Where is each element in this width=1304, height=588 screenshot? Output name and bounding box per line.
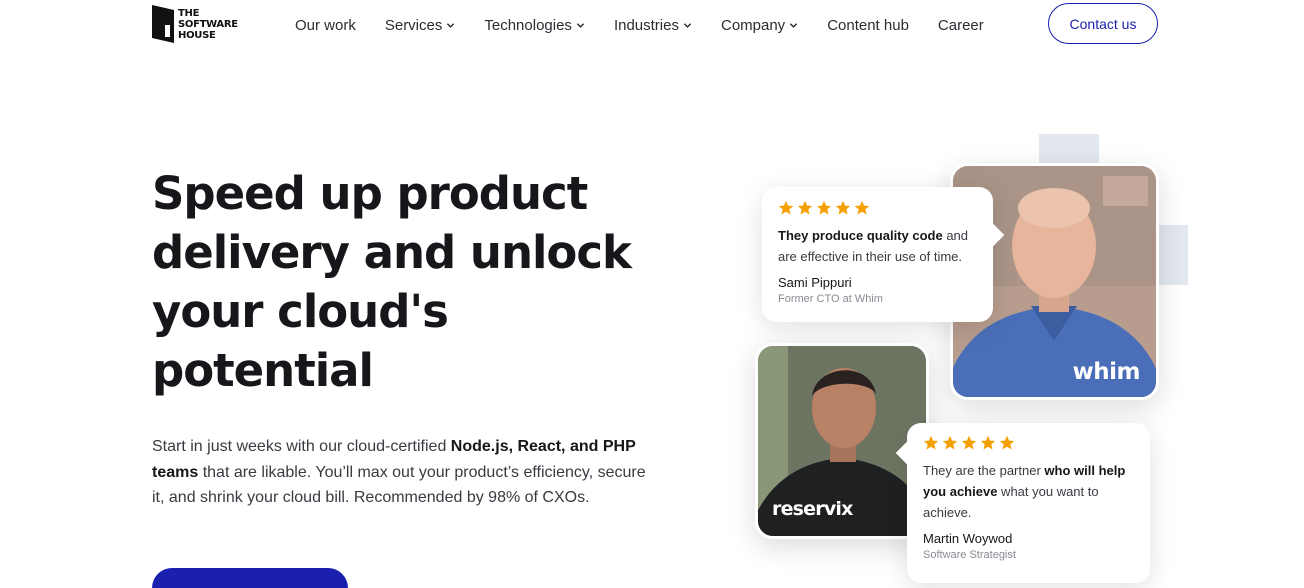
cta-button[interactable] xyxy=(152,568,348,588)
hero-title-line: potential xyxy=(152,344,374,397)
star-icon xyxy=(942,435,958,450)
nav-label: Content hub xyxy=(827,16,909,34)
nav-item-technologies[interactable]: Technologies xyxy=(484,17,585,34)
rating-stars xyxy=(923,435,1134,452)
star-icon xyxy=(854,200,870,215)
testimonial-card: They are the partner who will help you a… xyxy=(907,423,1150,583)
testimonial-quote: They are the partner who will help you a… xyxy=(923,463,1126,520)
star-icon xyxy=(999,435,1015,450)
nav-label: Company xyxy=(720,16,786,34)
star-icon xyxy=(816,200,832,215)
star-icon xyxy=(835,200,851,215)
testimonial-author: Martin Woywod xyxy=(923,531,1013,546)
testimonial-card: They produce quality code and are effect… xyxy=(762,187,993,322)
nav-label: Services xyxy=(384,16,443,34)
star-icon xyxy=(797,200,813,215)
hero-title-line: delivery and unlock xyxy=(152,226,632,279)
nav-item-company[interactable]: Company xyxy=(721,17,798,34)
decorative-shape xyxy=(1158,225,1188,285)
nav-item-our-work[interactable]: Our work xyxy=(295,17,356,34)
main-nav: Our work Services Technologies Industrie… xyxy=(295,0,1013,50)
star-icon xyxy=(980,435,996,450)
chevron-down-icon xyxy=(447,22,455,28)
chevron-down-icon xyxy=(790,22,798,28)
nav-label: Our work xyxy=(295,16,356,34)
testimonial-quote: They produce quality code and are effect… xyxy=(778,228,969,264)
nav-item-career[interactable]: Career xyxy=(938,17,984,34)
hero-title-line: Speed up product xyxy=(152,167,588,220)
testimonial-photo-martin: reservix xyxy=(755,343,929,539)
nav-item-industries[interactable]: Industries xyxy=(614,17,692,34)
star-icon xyxy=(778,200,794,215)
testimonial-role: Software Strategist xyxy=(923,549,1016,561)
star-icon xyxy=(923,435,939,450)
nav-label: Industries xyxy=(613,16,679,34)
nav-label: Technologies xyxy=(484,16,572,34)
testimonial-role: Former CTO at Whim xyxy=(778,293,883,305)
star-icon xyxy=(961,435,977,450)
logo-mark-icon xyxy=(152,5,174,43)
rating-stars xyxy=(778,200,977,217)
nav-item-services[interactable]: Services xyxy=(385,17,456,34)
brand-logo-whim: whim xyxy=(1072,359,1141,385)
hero-title-line: your cloud's xyxy=(152,285,449,338)
hero-title: Speed up product delivery and unlock you… xyxy=(152,164,672,400)
nav-item-content-hub[interactable]: Content hub xyxy=(827,17,909,34)
contact-us-button[interactable]: Contact us xyxy=(1048,3,1158,44)
company-logo[interactable]: THE SOFTWARE HOUSE xyxy=(152,5,238,43)
nav-label: Career xyxy=(937,16,984,34)
hero-description: Start in just weeks with our cloud-certi… xyxy=(152,438,646,506)
chevron-down-icon xyxy=(683,22,692,28)
chevron-down-icon xyxy=(576,22,585,28)
brand-logo-reservix: reservix xyxy=(772,498,853,520)
logo-text: THE SOFTWARE HOUSE xyxy=(178,8,238,41)
testimonial-author: Sami Pippuri xyxy=(778,275,852,290)
